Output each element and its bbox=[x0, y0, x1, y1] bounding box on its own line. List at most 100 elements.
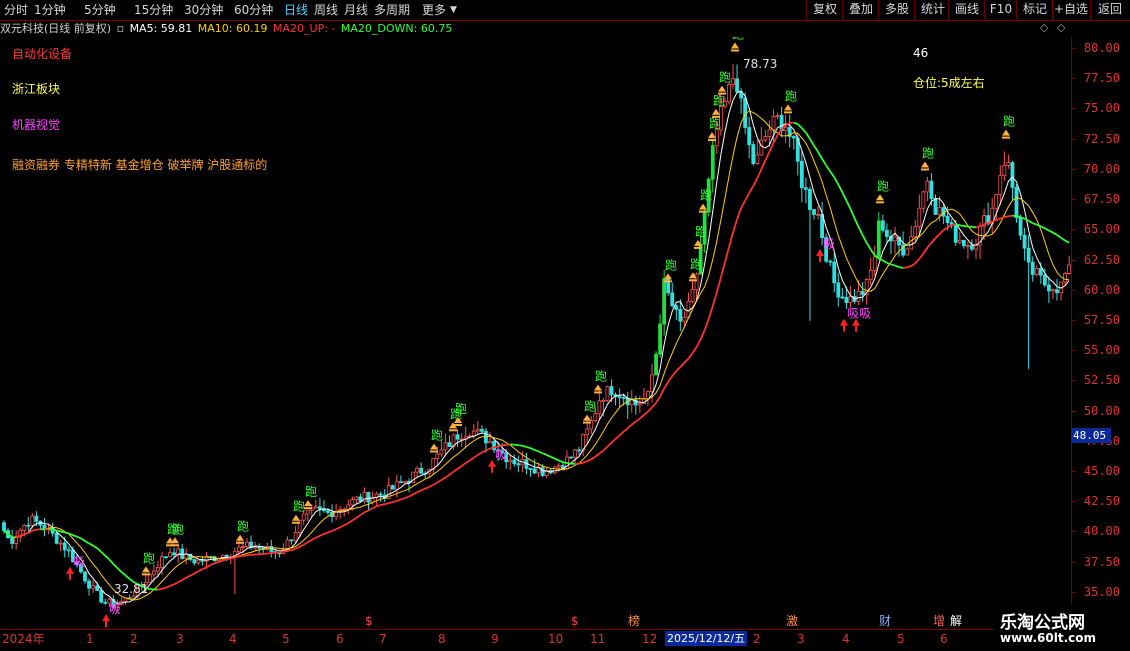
period-button-4[interactable]: 30分钟 bbox=[184, 2, 223, 18]
candle-body bbox=[306, 510, 309, 514]
candle-body bbox=[359, 497, 362, 501]
candle-body bbox=[675, 306, 678, 310]
event-marker[interactable]: 榜 bbox=[628, 613, 640, 629]
kline-chart[interactable]: 跑跑跑跑跑跑跑跑跑跑跑跑跑跑跑跑跑跑跑跑跑跑跑吸吸吸吸吸吸 bbox=[0, 37, 1071, 629]
sell-signal-label: 跑 bbox=[1003, 115, 1015, 129]
ma20-segment bbox=[113, 564, 117, 568]
x-tick-label: 8 bbox=[438, 631, 446, 647]
y-tick-label: 77.50 bbox=[1072, 71, 1120, 85]
tool-button-1[interactable]: 叠加 bbox=[842, 0, 879, 19]
ma20-segment bbox=[308, 540, 312, 542]
candle-body bbox=[586, 429, 589, 434]
ma20-segment bbox=[474, 455, 478, 458]
candle-body bbox=[792, 136, 795, 138]
sell-signal-icon bbox=[430, 444, 438, 450]
tool-button-2[interactable]: 多股 bbox=[878, 0, 915, 19]
event-marker[interactable]: $ bbox=[365, 613, 373, 629]
tool-button-8[interactable]: 返回 bbox=[1090, 0, 1129, 19]
tool-button-5[interactable]: F10 bbox=[984, 0, 1017, 19]
candle-body bbox=[517, 464, 520, 465]
candle-body bbox=[35, 516, 38, 521]
ma20-segment bbox=[32, 530, 36, 531]
candle-body bbox=[918, 208, 921, 227]
x-tick-label: 12 bbox=[642, 631, 657, 647]
ma20-segment bbox=[126, 575, 130, 579]
period-button-8[interactable]: 月线 bbox=[344, 2, 368, 18]
sell-signal-icon bbox=[171, 537, 179, 543]
event-marker[interactable]: $ bbox=[571, 613, 579, 629]
tool-button-4[interactable]: 画线 bbox=[948, 0, 985, 19]
sell-signal-label: 跑 bbox=[293, 500, 305, 514]
period-button-3[interactable]: 15分钟 bbox=[134, 2, 173, 18]
ma20-segment bbox=[170, 584, 174, 586]
sell-signal-label: 跑 bbox=[455, 402, 467, 416]
legend-title[interactable]: 双元科技(日线 前复权) bbox=[0, 22, 111, 35]
period-button-0[interactable]: 分时 bbox=[4, 2, 28, 18]
event-marker[interactable]: 激 bbox=[786, 613, 798, 629]
low-price-label: 32.81 bbox=[114, 582, 148, 596]
ma20-segment bbox=[867, 243, 871, 250]
ma20-segment bbox=[713, 292, 717, 306]
ma-settings-icon[interactable]: ▫ bbox=[117, 22, 124, 35]
sell-signal-icon bbox=[731, 42, 739, 48]
candle-body bbox=[1035, 269, 1038, 275]
candle-body bbox=[15, 537, 18, 543]
tool-button-7[interactable]: +自选 bbox=[1052, 0, 1089, 19]
period-button-2[interactable]: 5分钟 bbox=[84, 2, 116, 18]
candle-body bbox=[355, 497, 358, 500]
candle-body bbox=[1027, 248, 1030, 262]
period-button-6[interactable]: 日线 bbox=[284, 2, 308, 18]
candle-body bbox=[302, 514, 305, 520]
ma20-segment bbox=[907, 266, 911, 267]
ma20-segment bbox=[656, 396, 660, 402]
sell-signal-icon bbox=[142, 566, 150, 572]
ma20-segment bbox=[688, 353, 692, 358]
tool-button-0[interactable]: 复权 bbox=[806, 0, 843, 19]
event-marker[interactable]: 增 bbox=[933, 613, 945, 629]
candle-body bbox=[651, 375, 654, 392]
x-tick-label: 5 bbox=[897, 631, 905, 647]
ma20-segment bbox=[81, 538, 85, 541]
candle-body bbox=[817, 214, 820, 215]
candle-body bbox=[995, 195, 998, 209]
candle-body bbox=[181, 549, 184, 559]
date-axis[interactable]: 2025/12/12/五 2024年12345678910111223456$$… bbox=[0, 629, 1071, 651]
candle-body bbox=[1047, 285, 1050, 291]
candle-body bbox=[1043, 275, 1046, 285]
ma20-segment bbox=[1053, 233, 1057, 235]
ma20-segment bbox=[174, 582, 178, 584]
period-button-1[interactable]: 1分钟 bbox=[34, 2, 66, 18]
tool-button-3[interactable]: 统计 bbox=[914, 0, 951, 19]
candle-body bbox=[379, 494, 382, 495]
event-marker[interactable]: 解 bbox=[950, 613, 962, 629]
candle-body bbox=[489, 441, 492, 443]
price-axis[interactable]: 35.0037.5040.0042.5045.0047.5050.0052.50… bbox=[1071, 37, 1130, 629]
candle-body bbox=[630, 400, 633, 405]
expand-icon[interactable]: ◇ bbox=[1057, 21, 1065, 34]
candle-body bbox=[11, 538, 14, 544]
ma20-segment bbox=[1041, 226, 1045, 228]
event-marker[interactable]: 财 bbox=[879, 613, 891, 629]
tool-button-6[interactable]: 标记 bbox=[1016, 0, 1053, 19]
ma20-segment bbox=[227, 558, 231, 559]
ma20-segment bbox=[1033, 223, 1037, 224]
more-dropdown-icon[interactable]: ▼ bbox=[450, 2, 457, 18]
candle-body bbox=[958, 240, 961, 242]
candle-body bbox=[193, 559, 196, 562]
diamond-icon[interactable]: ◇ bbox=[1040, 21, 1048, 34]
candle-body bbox=[63, 543, 66, 550]
x-tick-label: 4 bbox=[229, 631, 237, 647]
ma20-segment bbox=[810, 139, 814, 146]
y-tick-label: 50.00 bbox=[1072, 404, 1120, 418]
candle-body bbox=[760, 140, 763, 155]
period-button-5[interactable]: 60分钟 bbox=[234, 2, 273, 18]
period-button-7[interactable]: 周线 bbox=[314, 2, 338, 18]
ma20-segment bbox=[401, 498, 405, 499]
ma20-segment bbox=[373, 506, 377, 508]
period-button-10[interactable]: 更多 bbox=[422, 2, 446, 18]
candle-body bbox=[440, 450, 443, 454]
candle-body bbox=[691, 289, 694, 301]
ma20-segment bbox=[324, 533, 328, 534]
ma20-segment bbox=[450, 472, 454, 475]
period-button-9[interactable]: 多周期 bbox=[374, 2, 410, 18]
